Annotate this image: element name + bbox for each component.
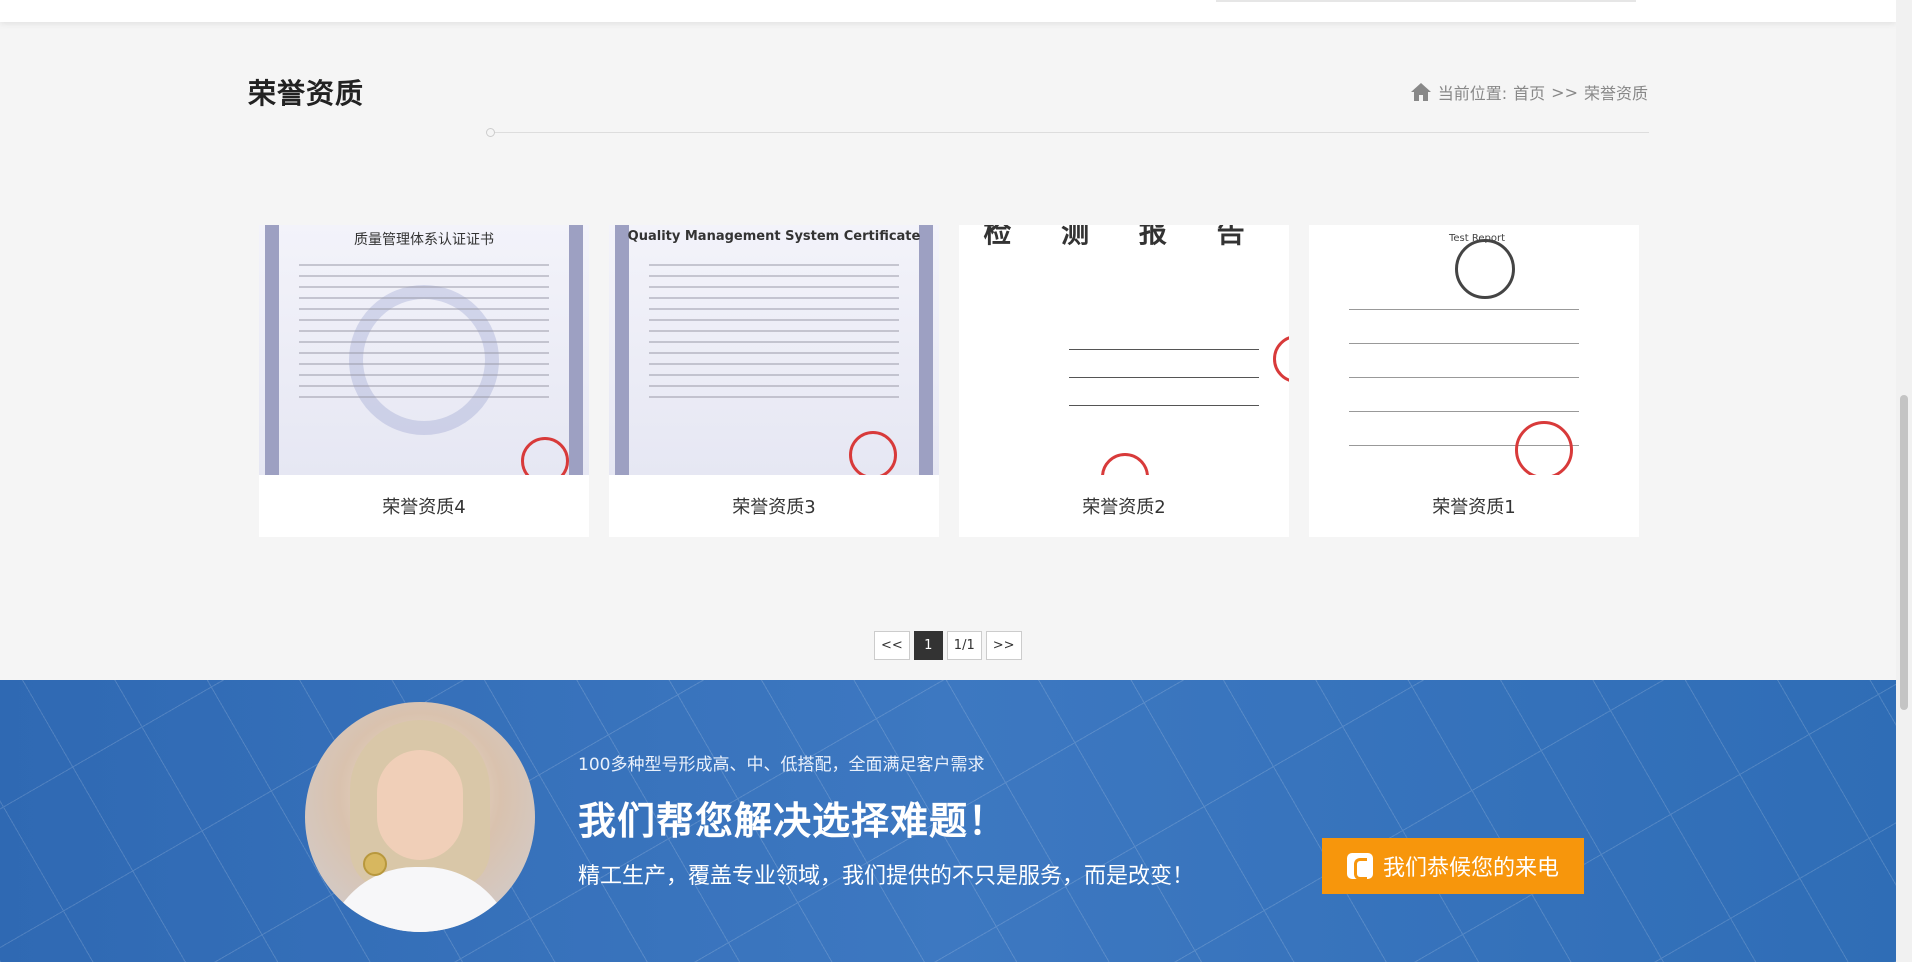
report-line [1069, 405, 1259, 406]
avatar-face [377, 750, 463, 860]
prev-page-button[interactable]: << [874, 631, 910, 660]
certificate-heading: Quality Management System Certificate [627, 229, 921, 244]
honor-grid: 质量管理体系认证证书 荣誉资质4 Quality Management Syst… [259, 225, 1639, 537]
report-image[interactable]: Test Report [1309, 225, 1639, 475]
honor-card-3[interactable]: Quality Management System Certificate 荣誉… [609, 225, 939, 537]
report-line [1349, 377, 1579, 378]
title-divider [492, 132, 1649, 133]
banner-description: 精工生产，覆盖专业领域，我们提供的不只是服务，而是改变！ [578, 864, 1195, 889]
avatar-shirt [325, 867, 515, 932]
pagination: << 1 1/1 >> [874, 631, 1022, 660]
red-stamp [1515, 421, 1573, 475]
card-caption[interactable]: 荣誉资质3 [609, 475, 939, 537]
header-line [1216, 0, 1636, 2]
page-1-button[interactable]: 1 [913, 631, 943, 660]
certificate-text-lines [649, 255, 899, 407]
top-header [0, 0, 1896, 22]
page-title: 荣誉资质 [248, 77, 365, 110]
page-count: 1/1 [946, 631, 982, 660]
honor-card-1[interactable]: Test Report 荣誉资质1 [1309, 225, 1639, 537]
certificate-image[interactable]: 质量管理体系认证证书 [259, 225, 589, 475]
call-us-button[interactable]: 我们恭候您的来电 [1322, 838, 1584, 894]
report-line [1349, 309, 1579, 310]
service-avatar [305, 702, 535, 932]
report-line [1349, 343, 1579, 344]
red-stamp [1101, 453, 1149, 475]
certificate-heading: 质量管理体系认证证书 [354, 232, 494, 248]
card-caption[interactable]: 荣誉资质1 [1309, 475, 1639, 537]
breadcrumb-home-link[interactable]: 首页 [1513, 80, 1545, 104]
contact-banner: 100多种型号形成高、中、低搭配，全面满足客户需求 我们帮您解决选择难题！ 精工… [0, 680, 1896, 962]
red-stamp [849, 431, 897, 475]
coin-icon [363, 852, 387, 876]
report-line [1349, 411, 1579, 412]
breadcrumb-current[interactable]: 荣誉资质 [1584, 80, 1648, 104]
call-us-label: 我们恭候您的来电 [1382, 856, 1559, 881]
card-caption[interactable]: 荣誉资质4 [259, 475, 589, 537]
honor-card-2[interactable]: 检 测 报 告 荣誉资质2 [959, 225, 1289, 537]
red-stamp [1273, 335, 1289, 383]
page-scrollbar[interactable] [1896, 0, 1912, 962]
banner-subtitle: 100多种型号形成高、中、低搭配，全面满足客户需求 [578, 755, 985, 775]
black-stamp [1455, 239, 1515, 299]
scrollbar-thumb[interactable] [1900, 395, 1908, 710]
phone-icon [1346, 853, 1373, 880]
card-caption[interactable]: 荣誉资质2 [959, 475, 1289, 537]
divider-dot [486, 128, 495, 137]
report-line [1069, 377, 1259, 378]
report-heading: 检 测 报 告 [983, 225, 1265, 249]
home-icon [1410, 83, 1431, 101]
report-image[interactable]: 检 测 报 告 [959, 225, 1289, 475]
next-page-button[interactable]: >> [985, 631, 1022, 660]
honor-card-4[interactable]: 质量管理体系认证证书 荣誉资质4 [259, 225, 589, 537]
breadcrumb-separator: >> [1551, 82, 1578, 102]
certificate-text-lines [299, 255, 549, 407]
breadcrumb: 当前位置: 首页 >> 荣誉资质 [1410, 80, 1648, 104]
certificate-image[interactable]: Quality Management System Certificate [609, 225, 939, 475]
breadcrumb-prefix: 当前位置: [1437, 84, 1508, 103]
report-line [1069, 349, 1259, 350]
banner-headline: 我们帮您解决选择难题！ [578, 799, 1008, 843]
